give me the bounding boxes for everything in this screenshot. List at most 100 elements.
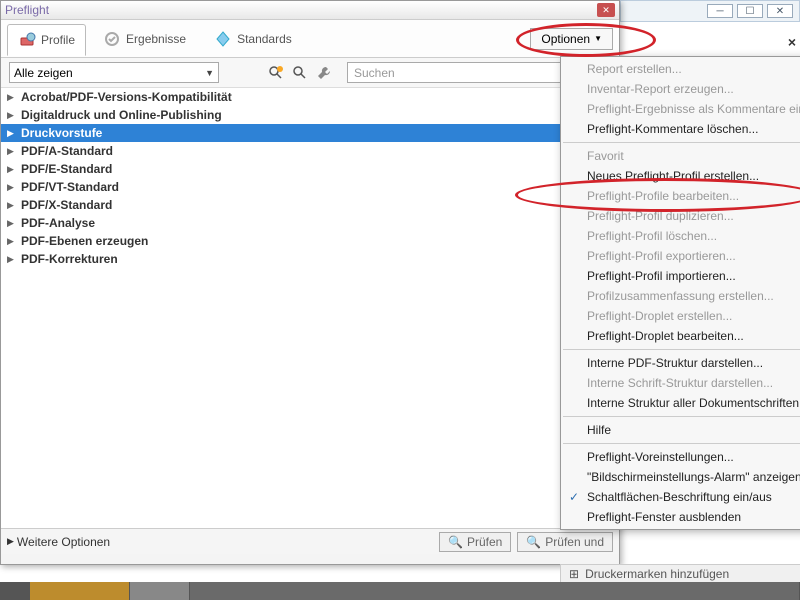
maximize-button[interactable]: ☐: [737, 4, 763, 18]
results-icon: [103, 30, 121, 48]
category-row[interactable]: ▶ PDF-Ebenen erzeugen: [1, 232, 619, 250]
menu-separator: [563, 349, 800, 350]
minimize-button[interactable]: ─: [707, 4, 733, 18]
wrench-icon[interactable]: [313, 62, 335, 84]
tab-label: Ergebnisse: [126, 32, 186, 46]
magnifier-wrench-icon: 🔍: [526, 535, 541, 549]
tab-profile[interactable]: Profile: [7, 24, 86, 56]
triangle-right-icon: ▶: [7, 164, 17, 175]
menu-alle-schriften[interactable]: Interne Struktur aller Dokumentschriften…: [561, 393, 800, 413]
right-status-bar: ⊞ Druckermarken hinzufügen: [560, 564, 800, 582]
tool-icons: [265, 62, 335, 84]
crop-icon: ⊞: [569, 567, 579, 581]
menu-zusammenfassung[interactable]: Profilzusammenfassung erstellen...: [561, 286, 800, 306]
menu-ausblenden[interactable]: Preflight-Fenster ausblenden: [561, 507, 800, 527]
parent-window-controls: ─ ☐ ✕: [620, 0, 800, 22]
triangle-right-icon: ▶: [7, 254, 17, 265]
category-row[interactable]: ▶ Acrobat/PDF-Versions-Kompatibilität: [1, 88, 619, 106]
category-label: Acrobat/PDF-Versions-Kompatibilität: [21, 90, 232, 104]
menu-favorit[interactable]: Favorit: [561, 146, 800, 166]
bottom-bar: ▶ Weitere Optionen 🔍 Prüfen 🔍 Prüfen und: [1, 528, 619, 554]
menu-bearbeiten[interactable]: Preflight-Profile bearbeiten...: [561, 186, 800, 206]
category-row[interactable]: ▶ Digitaldruck und Online-Publishing: [1, 106, 619, 124]
triangle-right-icon: ▶: [7, 236, 17, 247]
menu-hilfe[interactable]: Hilfe: [561, 420, 800, 440]
tab-label: Profile: [41, 33, 75, 47]
options-dropdown[interactable]: Optionen ▼: [530, 28, 613, 50]
profile-icon: [18, 31, 36, 49]
toolbar: Alle zeigen ▼ Suchen: [1, 58, 619, 88]
menu-beschriftung[interactable]: Schaltflächen-Beschriftung ein/aus: [561, 487, 800, 507]
category-label: PDF/VT-Standard: [21, 180, 119, 194]
menu-als-kommentare[interactable]: Preflight-Ergebnisse als Kommentare einf: [561, 99, 800, 119]
profile-category-list: ▶ Acrobat/PDF-Versions-Kompatibilität ▶ Dig…: [1, 88, 619, 528]
check-fix-label: Prüfen und: [545, 535, 604, 549]
triangle-right-icon: ▶: [7, 218, 17, 229]
check-fix-button[interactable]: 🔍 Prüfen und: [517, 532, 613, 552]
menu-duplizieren[interactable]: Preflight-Profil duplizieren...: [561, 206, 800, 226]
check-label: Prüfen: [467, 535, 502, 549]
triangle-right-icon: ▶: [7, 146, 17, 157]
triangle-right-icon: ▶: [7, 200, 17, 211]
category-row[interactable]: ▶ PDF/E-Standard: [1, 160, 619, 178]
category-label: Digitaldruck und Online-Publishing: [21, 108, 222, 122]
tab-ergebnisse[interactable]: Ergebnisse: [92, 23, 197, 55]
menu-neues-profil[interactable]: Neues Preflight-Profil erstellen...: [561, 166, 800, 186]
menu-inventar[interactable]: Inventar-Report erzeugen...: [561, 79, 800, 99]
menu-droplet-erstellen[interactable]: Preflight-Droplet erstellen...: [561, 306, 800, 326]
menu-loeschen[interactable]: Preflight-Profil löschen...: [561, 226, 800, 246]
category-row[interactable]: ▶ PDF/A-Standard: [1, 142, 619, 160]
category-row[interactable]: ▶ PDF/X-Standard: [1, 196, 619, 214]
triangle-right-icon: ▶: [7, 128, 17, 139]
triangle-right-icon: ▶: [7, 110, 17, 121]
menu-separator: [563, 416, 800, 417]
menu-voreinstellungen[interactable]: Preflight-Voreinstellungen...: [561, 447, 800, 467]
check-button[interactable]: 🔍 Prüfen: [439, 532, 511, 552]
category-label: Druckvorstufe: [21, 126, 102, 140]
more-options-label: Weitere Optionen: [17, 535, 110, 549]
status-bar: [0, 582, 800, 600]
triangle-right-icon: ▶: [7, 92, 17, 103]
menu-schrift-struktur[interactable]: Interne Schrift-Struktur darstellen...: [561, 373, 800, 393]
close-icon[interactable]: ✕: [597, 3, 615, 17]
panel-close-icon[interactable]: ×: [788, 34, 796, 50]
window-title: Preflight: [5, 3, 49, 17]
tab-standards[interactable]: Standards: [203, 23, 303, 55]
menu-report[interactable]: Report erstellen...: [561, 59, 800, 79]
find-check-icon[interactable]: [265, 62, 287, 84]
category-row[interactable]: ▶ PDF/VT-Standard: [1, 178, 619, 196]
triangle-right-icon: ▶: [7, 182, 17, 193]
menu-droplet-bearbeiten[interactable]: Preflight-Droplet bearbeiten...: [561, 326, 800, 346]
category-label: PDF/A-Standard: [21, 144, 113, 158]
magnifier-icon: 🔍: [448, 535, 463, 549]
status-text: Druckermarken hinzufügen: [585, 567, 729, 581]
category-label: PDF/X-Standard: [21, 198, 112, 212]
menu-importieren[interactable]: Preflight-Profil importieren...: [561, 266, 800, 286]
category-label: PDF-Korrekturen: [21, 252, 118, 266]
category-row[interactable]: ▶ Druckvorstufe: [1, 124, 619, 142]
titlebar: Preflight ✕: [1, 1, 619, 20]
menu-bildschirm-alarm[interactable]: "Bildschirmeinstellungs-Alarm" anzeigen.…: [561, 467, 800, 487]
tab-bar: Profile Ergebnisse Standards Optionen ▼: [1, 20, 619, 58]
standards-icon: [214, 30, 232, 48]
category-row[interactable]: ▶ PDF-Korrekturen: [1, 250, 619, 268]
menu-exportieren[interactable]: Preflight-Profil exportieren...: [561, 246, 800, 266]
tab-label: Standards: [237, 32, 292, 46]
chevron-down-icon: ▼: [594, 34, 602, 43]
category-label: PDF/E-Standard: [21, 162, 112, 176]
menu-pdf-struktur[interactable]: Interne PDF-Struktur darstellen...: [561, 353, 800, 373]
more-options-toggle[interactable]: ▶ Weitere Optionen: [7, 535, 110, 549]
menu-kommentare-loeschen[interactable]: Preflight-Kommentare löschen...: [561, 119, 800, 139]
category-row[interactable]: ▶ PDF-Analyse: [1, 214, 619, 232]
find-icon[interactable]: [289, 62, 311, 84]
search-placeholder: Suchen: [354, 66, 395, 80]
category-label: PDF-Ebenen erzeugen: [21, 234, 148, 248]
category-label: PDF-Analyse: [21, 216, 95, 230]
menu-separator: [563, 142, 800, 143]
menu-separator: [563, 443, 800, 444]
options-label: Optionen: [541, 32, 590, 46]
filter-select[interactable]: Alle zeigen ▼: [9, 62, 219, 83]
preflight-window: Preflight ✕ Profile Ergebnisse Standards…: [0, 0, 620, 565]
options-menu: Report erstellen... Inventar-Report erze…: [560, 56, 800, 530]
close-button[interactable]: ✕: [767, 4, 793, 18]
